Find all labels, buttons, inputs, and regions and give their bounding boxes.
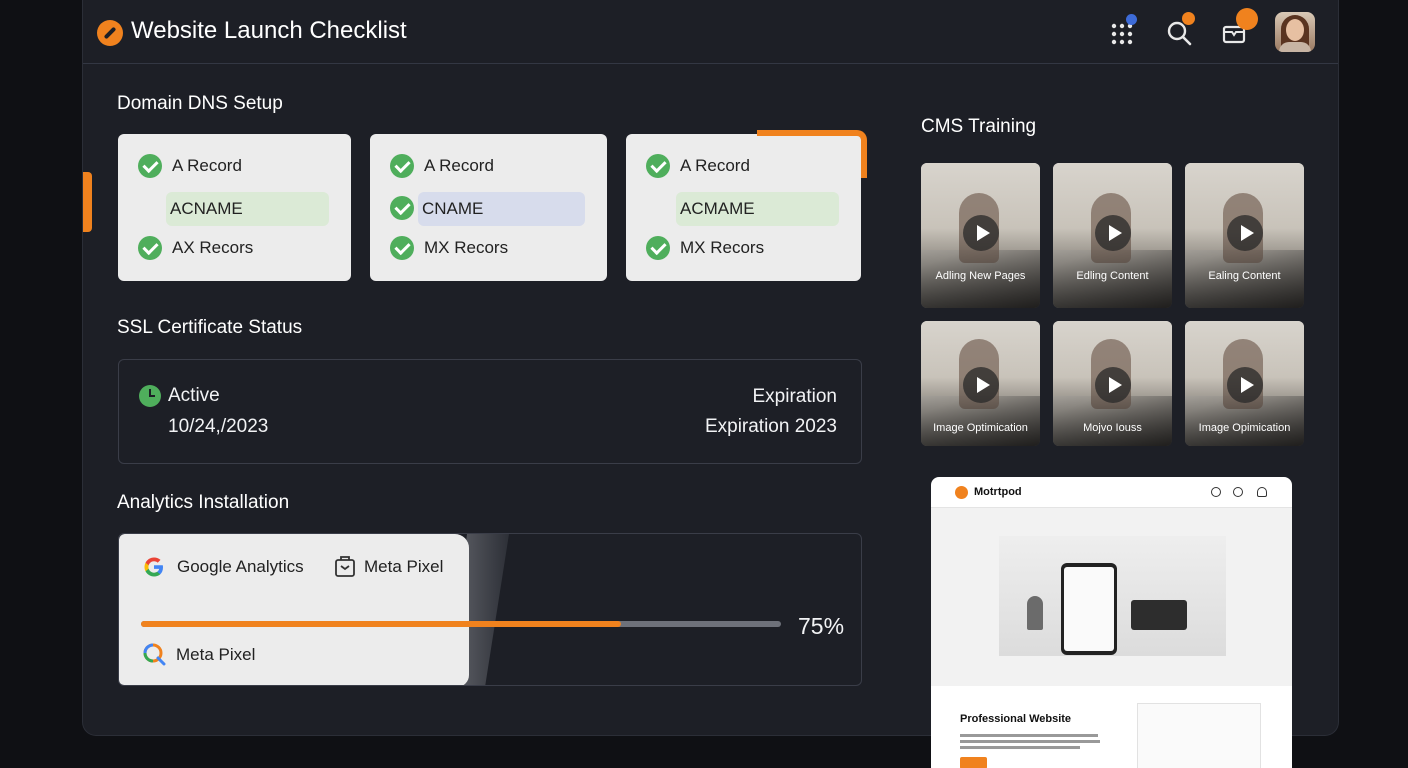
dns-record-label: A Record [680, 156, 750, 175]
progress-percent-label: 75% [798, 613, 845, 639]
preview-user-icon[interactable] [1257, 487, 1267, 497]
video-thumbnail[interactable]: Adling New Pages [921, 163, 1040, 308]
dns-row: A Record [646, 154, 750, 178]
cms-section-title: CMS Training [921, 116, 1037, 137]
video-title: Ealing Content [1208, 270, 1281, 282]
expiration-value: Expiration 2023 [704, 416, 837, 437]
preview-logo-icon [955, 486, 968, 499]
website-preview[interactable]: Motrtpod Professional Website [931, 477, 1292, 768]
video-title: Image Opimication [1198, 422, 1291, 434]
preview-hero [931, 508, 1292, 686]
dns-highlight-pill: ACMAME [676, 192, 839, 226]
video-title: Edling Content [1076, 270, 1149, 282]
preview-nav-icon[interactable] [1211, 487, 1221, 497]
dns-record-label: MX Recors [680, 238, 765, 257]
check-icon [390, 196, 414, 220]
search-icon[interactable] [1164, 12, 1195, 48]
top-bar: Website Launch Checklist [83, 0, 1338, 64]
expiration-label: Expiration [752, 386, 838, 407]
video-thumbnail[interactable]: Edling Content [1053, 163, 1172, 308]
video-thumbnail[interactable]: Mojvo Iouss [1053, 321, 1172, 446]
preview-text-lines [960, 734, 1100, 752]
dns-section-title: Domain DNS Setup [117, 93, 283, 114]
logo-icon [97, 20, 123, 46]
video-title: Mojvo Iouss [1083, 422, 1142, 434]
play-icon[interactable] [963, 215, 999, 251]
dns-card-1[interactable]: A Record ACNAME AX Recors [118, 134, 351, 281]
notification-badge [1236, 8, 1258, 30]
preview-hero-image [999, 536, 1226, 656]
dns-row: A Record [390, 154, 494, 178]
preview-mini-card [1137, 703, 1261, 768]
dns-row: MX Recors [646, 236, 764, 260]
analytics-progress-bar [141, 621, 781, 627]
dns-record-label: MX Recors [424, 238, 509, 257]
preview-nav-icon[interactable] [1233, 487, 1243, 497]
app-title: Website Launch Checklist [131, 17, 407, 44]
check-icon [138, 236, 162, 260]
ssl-date-text: 10/24,/2023 [168, 416, 269, 437]
dns-highlight-pill: ACNAME [166, 192, 329, 226]
notification-icon[interactable] [1219, 8, 1258, 48]
bag-icon [335, 556, 355, 577]
video-title: Image Optimication [933, 422, 1028, 434]
grid-icon[interactable] [1107, 14, 1137, 48]
ssl-status-text: Active [168, 385, 220, 406]
play-icon[interactable] [1227, 215, 1263, 251]
clock-icon [139, 385, 161, 407]
dns-record-label: A Record [424, 156, 494, 175]
analytics-item-label: Google Analytics [177, 557, 304, 576]
meta-pixel-icon [143, 643, 166, 666]
ssl-section-title: SSL Certificate Status [117, 317, 303, 338]
analytics-item-label: Meta Pixel [176, 645, 256, 664]
dns-record-label: AX Recors [172, 238, 254, 257]
analytics-item-label: Meta Pixel [364, 557, 444, 576]
check-icon [138, 154, 162, 178]
dns-card-2[interactable]: A Record CNAME MX Recors [370, 134, 607, 281]
preview-heading: Professional Website [960, 713, 1072, 725]
search-badge [1182, 12, 1195, 25]
analytics-section-title: Analytics Installation [117, 492, 290, 513]
google-icon [144, 557, 163, 577]
check-icon [646, 236, 670, 260]
video-thumbnail[interactable]: Ealing Content [1185, 163, 1304, 308]
side-accent-bar [83, 172, 92, 232]
analytics-progress-fill [141, 621, 621, 627]
ssl-status-panel: Active 10/24,/2023 Expiration Expiration… [118, 359, 862, 464]
video-title: Adling New Pages [935, 270, 1026, 282]
dns-highlight-pill: CNAME [418, 192, 585, 226]
analytics-panel: Google Analytics Meta Pixel Meta Pixel [118, 533, 862, 686]
check-icon [646, 154, 670, 178]
play-icon[interactable] [1095, 215, 1131, 251]
play-icon[interactable] [1227, 367, 1263, 403]
video-thumbnail[interactable]: Image Opimication [1185, 321, 1304, 446]
dns-row: A Record [138, 154, 242, 178]
check-icon [390, 154, 414, 178]
video-thumbnail[interactable]: Image Optimication [921, 321, 1040, 446]
play-icon[interactable] [963, 367, 999, 403]
dns-record-label: A Record [172, 156, 242, 175]
analytics-list-panel: Google Analytics Meta Pixel Meta Pixel [119, 534, 469, 685]
dns-card-3[interactable]: A Record ACMAME MX Recors [626, 130, 867, 281]
check-icon [390, 236, 414, 260]
card-highlight-corner [757, 130, 867, 178]
dns-row: MX Recors [390, 236, 508, 260]
preview-cta-button[interactable] [960, 757, 987, 768]
grid-badge [1126, 14, 1137, 25]
play-icon[interactable] [1095, 367, 1131, 403]
preview-brand: Motrtpod [974, 486, 1022, 498]
preview-header: Motrtpod [931, 477, 1292, 508]
dns-row: AX Recors [138, 236, 253, 260]
user-avatar[interactable] [1275, 12, 1315, 52]
